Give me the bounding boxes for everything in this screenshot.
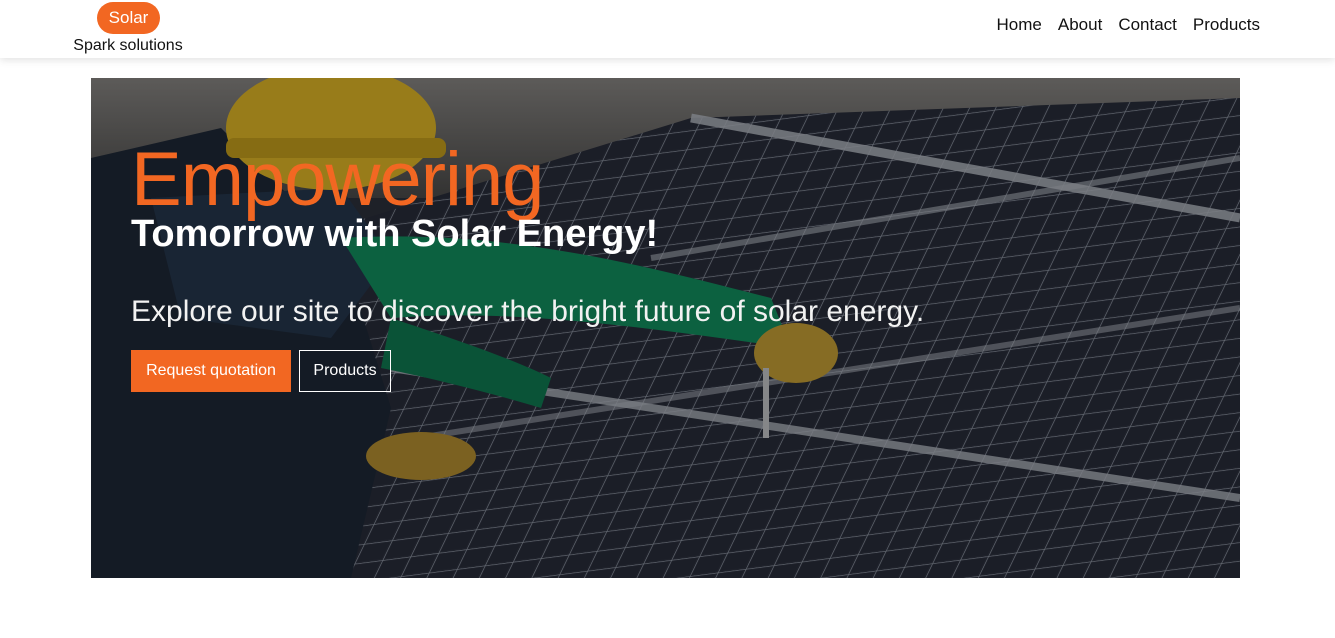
top-navbar: Solar Spark solutions Home About Contact… bbox=[0, 0, 1335, 58]
request-quotation-button[interactable]: Request quotation bbox=[131, 350, 291, 392]
brand-logo[interactable]: Solar Spark solutions bbox=[66, 2, 190, 56]
nav-about[interactable]: About bbox=[1058, 15, 1102, 35]
nav-products[interactable]: Products bbox=[1193, 15, 1260, 35]
hero-banner: Empowering Tomorrow with Solar Energy! E… bbox=[91, 78, 1240, 578]
hero-subtitle: Tomorrow with Solar Energy! bbox=[131, 213, 659, 255]
products-button[interactable]: Products bbox=[299, 350, 391, 392]
hero-description: Explore our site to discover the bright … bbox=[131, 295, 925, 328]
brand-tagline: Spark solutions bbox=[73, 37, 183, 54]
main-nav: Home About Contact Products bbox=[997, 15, 1260, 35]
brand-badge: Solar bbox=[97, 2, 160, 34]
nav-contact[interactable]: Contact bbox=[1118, 15, 1177, 35]
hero-title: Empowering bbox=[131, 137, 544, 222]
nav-home[interactable]: Home bbox=[997, 15, 1042, 35]
